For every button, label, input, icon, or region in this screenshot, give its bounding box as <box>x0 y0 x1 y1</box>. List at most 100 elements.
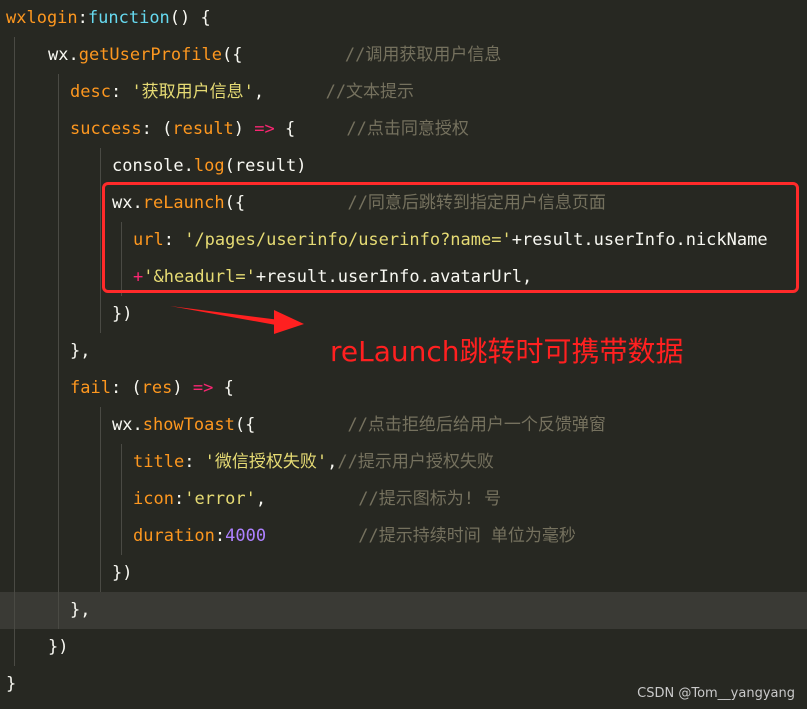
indent-guide <box>14 518 15 555</box>
indent-guide <box>14 74 15 111</box>
code-token: fail <box>70 378 111 398</box>
code-token: //文本提示 <box>325 82 415 102</box>
indent-guide <box>14 592 15 629</box>
code-token: duration <box>133 526 215 546</box>
watermark: CSDN @Tom__yangyang <box>637 686 795 701</box>
code-token: ) <box>233 119 255 139</box>
code-token: }, <box>70 600 91 620</box>
code-line[interactable]: success: (result) => { //点击同意授权 <box>0 111 807 148</box>
code-text: title: '微信授权失败',//提示用户授权失败 <box>133 444 494 481</box>
indent-guide <box>58 555 59 592</box>
code-token: //调用获取用户信息 <box>344 45 502 65</box>
indent-guide <box>58 74 59 111</box>
indent-guide <box>14 333 15 370</box>
indent-guide <box>14 185 15 222</box>
code-token: title <box>133 452 185 472</box>
code-token: : <box>173 489 185 509</box>
code-token: (result) <box>224 156 307 176</box>
code-token: //点击拒绝后给用户一个反馈弹窗 <box>347 415 606 435</box>
indent-guide <box>100 407 101 444</box>
code-text: icon:'error', //提示图标为! 号 <box>133 481 501 518</box>
code-token: : <box>184 452 205 472</box>
code-line[interactable]: console.log(result) <box>0 148 807 185</box>
code-token: log <box>193 156 225 176</box>
code-text: console.log(result) <box>112 148 307 185</box>
code-token: , <box>253 82 326 102</box>
code-text: } <box>6 666 16 703</box>
code-token: }) <box>112 563 133 583</box>
indent-guide <box>100 222 101 259</box>
indent-guide <box>58 111 59 148</box>
indent-guide <box>14 259 15 296</box>
indent-guide <box>58 333 59 370</box>
code-line[interactable]: }) <box>0 629 807 666</box>
code-text: wxlogin:function() { <box>6 0 211 37</box>
indent-guide <box>58 370 59 407</box>
code-line[interactable]: }, <box>0 592 807 629</box>
code-token: } <box>6 674 17 694</box>
code-token: icon <box>133 489 174 509</box>
code-line[interactable]: wx.showToast({ //点击拒绝后给用户一个反馈弹窗 <box>0 407 807 444</box>
code-line[interactable]: title: '微信授权失败',//提示用户授权失败 <box>0 444 807 481</box>
code-token: wx. <box>48 45 79 65</box>
code-token: //提示持续时间 单位为毫秒 <box>358 526 576 546</box>
arrow-icon <box>170 306 304 334</box>
code-token: result <box>172 119 234 139</box>
indent-guide <box>100 481 101 518</box>
code-token: { <box>213 378 234 398</box>
indent-guide <box>58 148 59 185</box>
code-token: , <box>255 489 359 509</box>
indent-guide <box>14 222 15 259</box>
code-token: : <box>110 82 132 102</box>
indent-guide <box>14 111 15 148</box>
code-line[interactable]: wx.getUserProfile({ //调用获取用户信息 <box>0 37 807 74</box>
code-token: 'error' <box>184 489 256 509</box>
code-token: function <box>87 8 170 28</box>
indent-guide <box>121 481 122 518</box>
indent-guide <box>14 444 15 481</box>
indent-guide <box>100 296 101 333</box>
code-text: }) <box>112 555 132 592</box>
indent-guide <box>58 185 59 222</box>
indent-guide <box>58 407 59 444</box>
code-text: desc: '获取用户信息', //文本提示 <box>70 74 414 111</box>
code-token: ({ <box>222 45 243 65</box>
code-token: { <box>274 119 347 139</box>
code-token: res <box>141 378 173 398</box>
indent-guide <box>14 148 15 185</box>
code-text: }) <box>48 629 68 666</box>
code-line[interactable]: icon:'error', //提示图标为! 号 <box>0 481 807 518</box>
code-token: () { <box>169 8 211 28</box>
indent-guide <box>121 518 122 555</box>
code-text: }) <box>112 296 132 333</box>
code-line[interactable]: desc: '获取用户信息', //文本提示 <box>0 74 807 111</box>
code-token: : <box>214 526 226 546</box>
indent-guide <box>58 518 59 555</box>
code-token: showToast <box>142 415 235 435</box>
code-token: : <box>77 8 88 28</box>
indent-guide <box>100 444 101 481</box>
indent-guide <box>121 444 122 481</box>
code-token: '获取用户信息' <box>131 82 254 102</box>
indent-guide <box>14 370 15 407</box>
code-text: success: (result) => { //点击同意授权 <box>70 111 469 148</box>
code-line[interactable]: }) <box>0 555 807 592</box>
code-token: //点击同意授权 <box>346 119 469 139</box>
indent-guide <box>14 37 15 74</box>
code-token: }, <box>70 341 91 361</box>
code-token: wx. <box>112 415 143 435</box>
code-token: }) <box>48 637 69 657</box>
code-token: }) <box>112 304 133 324</box>
code-line[interactable]: }) <box>0 296 807 333</box>
indent-guide <box>100 185 101 222</box>
code-line[interactable]: fail: (res) => { <box>0 370 807 407</box>
annotation-label: reLaunch跳转时可携带数据 <box>330 335 684 368</box>
code-line[interactable]: wxlogin:function() { <box>0 0 807 37</box>
code-token: : ( <box>110 378 142 398</box>
code-text: wx.getUserProfile({ //调用获取用户信息 <box>48 37 501 74</box>
code-line[interactable]: duration:4000 //提示持续时间 单位为毫秒 <box>0 518 807 555</box>
code-token: , <box>327 452 338 472</box>
